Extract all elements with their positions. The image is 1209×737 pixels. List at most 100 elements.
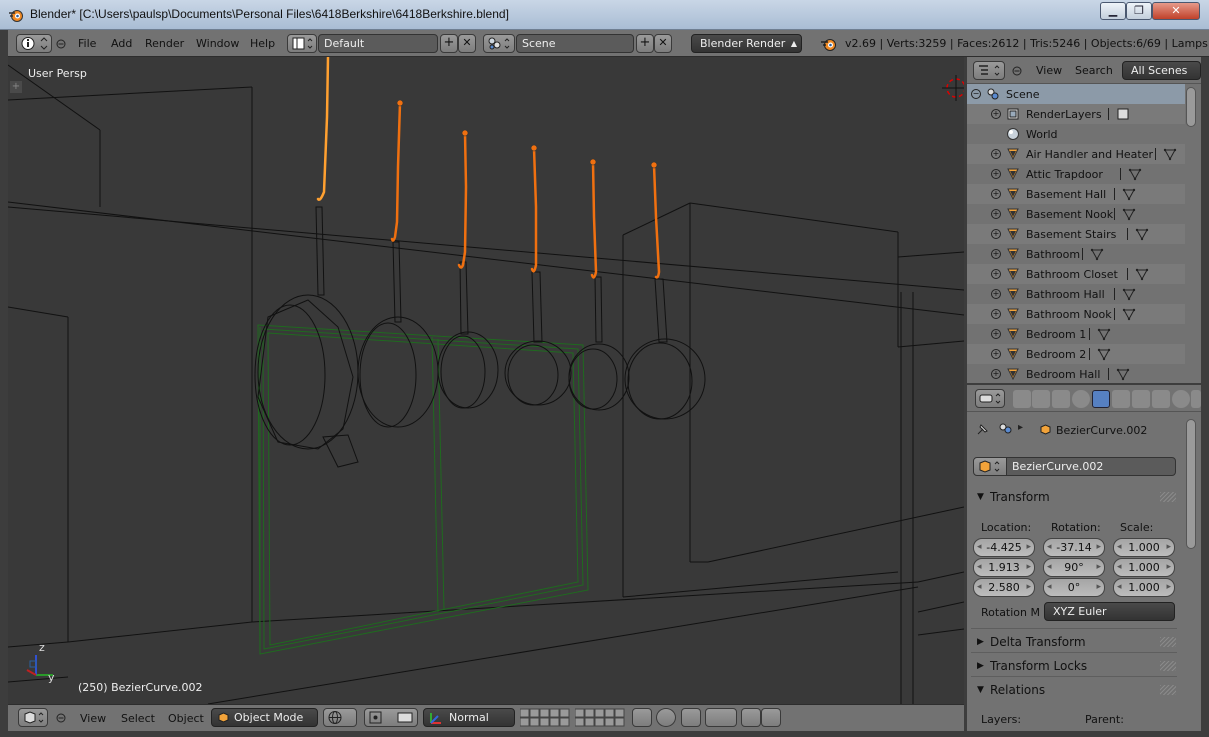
- mesh-data-icon[interactable]: [1128, 167, 1142, 181]
- snap-toggle-icon[interactable]: [681, 708, 701, 727]
- delta-transform-panel-title[interactable]: Delta Transform: [990, 635, 1086, 649]
- scene-browse-button[interactable]: [483, 34, 515, 53]
- expand-icon[interactable]: +: [991, 309, 1001, 319]
- menu-select[interactable]: Select: [121, 712, 155, 725]
- viewport-shading-dropdown[interactable]: [323, 708, 357, 727]
- data-tab-icon[interactable]: [1152, 390, 1170, 408]
- panel-drag-grip-icon[interactable]: [1160, 492, 1176, 502]
- mesh-data-icon[interactable]: [1135, 267, 1149, 281]
- mode-dropdown[interactable]: Object Mode: [211, 708, 318, 727]
- pin-icon[interactable]: [975, 421, 991, 437]
- mesh-data-icon[interactable]: [1122, 187, 1136, 201]
- mesh-data-icon[interactable]: [1116, 367, 1130, 381]
- transform-panel-title[interactable]: Transform: [990, 490, 1050, 504]
- layer-buttons-a[interactable]: [519, 708, 574, 727]
- expand-icon[interactable]: +: [991, 329, 1001, 339]
- outliner-item[interactable]: + Basement Nook: [967, 204, 1185, 224]
- expand-icon[interactable]: +: [991, 189, 1001, 199]
- relations-panel-title[interactable]: Relations: [990, 683, 1045, 697]
- menu-render[interactable]: Render: [145, 37, 184, 50]
- outliner-item[interactable]: + Bedroom 2: [967, 344, 1185, 364]
- outliner-menu-search[interactable]: Search: [1075, 64, 1113, 77]
- expand-icon[interactable]: +: [991, 369, 1001, 379]
- render-camera-icon[interactable]: [741, 708, 761, 727]
- rotation-y-field[interactable]: 90°: [1043, 558, 1105, 577]
- panel-drag-grip-icon[interactable]: [1160, 661, 1176, 671]
- scale-y-field[interactable]: 1.000: [1113, 558, 1175, 577]
- editor-type-button[interactable]: [18, 708, 48, 727]
- outliner-item[interactable]: − Scene: [967, 84, 1185, 104]
- scale-x-field[interactable]: 1.000: [1113, 538, 1175, 557]
- menu-file[interactable]: File: [78, 37, 96, 50]
- panel-expanded-icon[interactable]: ▼: [977, 492, 984, 502]
- outliner-item[interactable]: + Air Handler and Heater: [967, 144, 1185, 164]
- outliner-item[interactable]: + Bedroom Hall: [967, 364, 1185, 383]
- mesh-data-icon[interactable]: [1122, 307, 1136, 321]
- mesh-data-icon[interactable]: [1097, 347, 1111, 361]
- expand-icon[interactable]: +: [991, 349, 1001, 359]
- texture-tab-icon[interactable]: [1191, 390, 1201, 408]
- world-tab-icon[interactable]: [1072, 390, 1090, 408]
- object-browse-button[interactable]: [973, 457, 1007, 476]
- outliner-item[interactable]: + Bathroom: [967, 244, 1185, 264]
- panel-collapsed-icon[interactable]: ▶: [977, 661, 984, 671]
- scene-tab-icon[interactable]: [1052, 390, 1070, 408]
- screen-layout-field[interactable]: Default: [318, 34, 438, 53]
- layer-buttons-b[interactable]: [574, 708, 629, 727]
- location-z-field[interactable]: 2.580: [973, 578, 1035, 597]
- expand-icon[interactable]: +: [991, 249, 1001, 259]
- collapse-icon[interactable]: −: [971, 89, 981, 99]
- object-name-field[interactable]: BezierCurve.002: [1006, 457, 1176, 476]
- menu-add[interactable]: Add: [111, 37, 132, 50]
- mesh-data-icon[interactable]: [1090, 247, 1104, 261]
- rotation-x-field[interactable]: -37.14: [1043, 538, 1105, 557]
- outliner-item[interactable]: + Bathroom Closet: [967, 264, 1185, 284]
- 3d-cursor-icon[interactable]: [942, 75, 964, 101]
- add-screen-icon[interactable]: +: [440, 34, 458, 53]
- outliner-menu-view[interactable]: View: [1036, 64, 1062, 77]
- render-tab-icon[interactable]: [1013, 390, 1031, 408]
- display-mode-dropdown[interactable]: All Scenes: [1122, 61, 1201, 80]
- render-layers-tab-icon[interactable]: [1032, 390, 1050, 408]
- mesh-data-icon[interactable]: [1122, 207, 1136, 221]
- render-layer-icon[interactable]: [1116, 107, 1130, 121]
- location-x-field[interactable]: -4.425: [973, 538, 1035, 557]
- mesh-data-icon[interactable]: [1097, 327, 1111, 341]
- expand-icon[interactable]: +: [991, 109, 1001, 119]
- panel-collapsed-icon[interactable]: ▶: [977, 637, 984, 647]
- constraints-tab-icon[interactable]: [1112, 390, 1130, 408]
- scene-field[interactable]: Scene: [516, 34, 634, 53]
- collapse-menu-icon[interactable]: [56, 713, 66, 723]
- outliner-item[interactable]: + Bathroom Hall: [967, 284, 1185, 304]
- panel-drag-grip-icon[interactable]: [1160, 685, 1176, 695]
- remove-screen-icon[interactable]: ✕: [458, 34, 476, 53]
- transform-locks-panel-title[interactable]: Transform Locks: [990, 659, 1087, 673]
- toolshelf-toggle-icon[interactable]: +: [10, 81, 22, 93]
- panel-drag-grip-icon[interactable]: [1160, 637, 1176, 647]
- minimize-button[interactable]: ▁: [1100, 2, 1126, 20]
- pivot-point-dropdown[interactable]: [364, 708, 418, 727]
- remove-scene-icon[interactable]: ✕: [654, 34, 672, 53]
- snap-element-dropdown[interactable]: [705, 708, 737, 727]
- expand-icon[interactable]: +: [991, 209, 1001, 219]
- lock-camera-icon[interactable]: [632, 708, 652, 727]
- editor-type-button[interactable]: [975, 389, 1005, 408]
- expand-icon[interactable]: +: [991, 229, 1001, 239]
- collapse-menu-icon[interactable]: [1012, 66, 1022, 76]
- menu-window[interactable]: Window: [196, 37, 239, 50]
- render-engine-dropdown[interactable]: Blender Render ▲: [691, 34, 802, 53]
- outliner-item[interactable]: + Bathroom Nook: [967, 304, 1185, 324]
- 3d-viewport[interactable]: y z User Persp + (250) BezierCurve.002: [8, 57, 964, 704]
- proportional-edit-icon[interactable]: [656, 708, 676, 727]
- mesh-data-icon[interactable]: [1163, 147, 1177, 161]
- material-tab-icon[interactable]: [1172, 390, 1190, 408]
- transform-orientation-dropdown[interactable]: Normal: [423, 708, 515, 727]
- expand-icon[interactable]: +: [991, 269, 1001, 279]
- outliner-item[interactable]: + Bedroom 1: [967, 324, 1185, 344]
- menu-view[interactable]: View: [80, 712, 106, 725]
- outliner-item[interactable]: + RenderLayers: [967, 104, 1185, 124]
- outliner-scrollbar[interactable]: [1186, 87, 1196, 127]
- render-animation-icon[interactable]: [761, 708, 781, 727]
- maximize-button[interactable]: ❐: [1126, 2, 1152, 20]
- mesh-data-icon[interactable]: [1122, 287, 1136, 301]
